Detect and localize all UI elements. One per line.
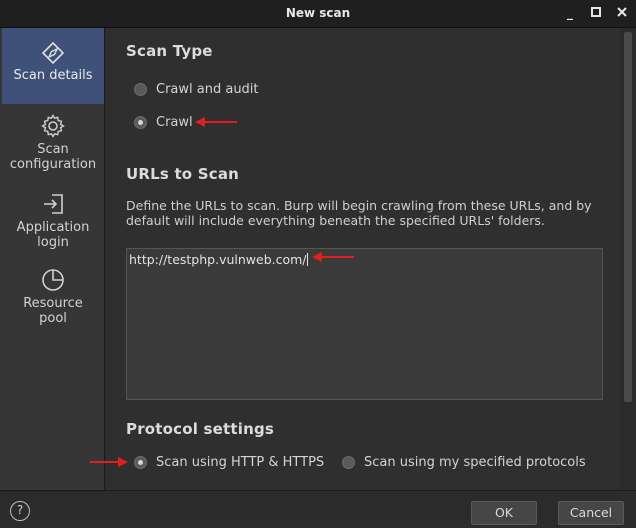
sidebar-item-application-login[interactable]: Application login [2, 192, 104, 252]
ok-button[interactable]: OK [471, 501, 537, 525]
radio-label: Scan using my specified protocols [364, 455, 586, 470]
radio-button-selected[interactable] [134, 456, 147, 469]
sidebar-item-label: Scan configuration [9, 142, 97, 172]
scan-type-title: Scan Type [126, 42, 213, 60]
gear-icon [41, 114, 65, 138]
url-value: http://testphp.vulnweb.com/ [129, 252, 307, 267]
radio-button-selected[interactable] [134, 116, 147, 129]
title-bar: New scan _ [0, 0, 636, 28]
radio-http-https[interactable]: Scan using HTTP & HTTPS [134, 455, 324, 470]
pie-chart-icon [42, 269, 64, 291]
sidebar-item-label: Resource pool [23, 296, 83, 326]
cancel-button[interactable]: Cancel [558, 501, 624, 525]
radio-button[interactable] [134, 83, 147, 96]
sidebar-item-resource-pool[interactable]: Resource pool [2, 268, 104, 328]
radio-specified-protocols[interactable]: Scan using my specified protocols [342, 455, 586, 470]
dialog-footer: ? OK Cancel [0, 490, 636, 528]
urls-textarea[interactable]: http://testphp.vulnweb.com/ [126, 248, 603, 400]
radio-crawl-and-audit[interactable]: Crawl and audit [134, 82, 259, 97]
radio-crawl[interactable]: Crawl [134, 115, 193, 130]
sidebar-item-label: Application login [16, 220, 90, 250]
window-controls: _ [564, 6, 628, 20]
text-cursor [306, 253, 308, 266]
help-button[interactable]: ? [10, 501, 30, 521]
urls-description: Define the URLs to scan. Burp will begin… [126, 198, 592, 228]
sidebar: Scan details Scan configuration Applicat… [0, 28, 105, 490]
sidebar-item-label: Scan details [13, 68, 93, 83]
radio-button[interactable] [342, 456, 355, 469]
minimize-icon[interactable]: _ [564, 6, 576, 20]
urls-title: URLs to Scan [126, 165, 240, 183]
maximize-icon[interactable] [590, 6, 602, 20]
sidebar-item-scan-configuration[interactable]: Scan configuration [2, 114, 104, 174]
compass-icon [42, 42, 64, 64]
radio-label: Crawl [156, 115, 193, 130]
scan-details-panel: Scan Type Crawl and audit Crawl URLs to … [106, 28, 620, 490]
protocol-title: Protocol settings [126, 420, 275, 438]
scrollbar-thumb[interactable] [624, 32, 632, 402]
vertical-scrollbar[interactable] [620, 28, 636, 490]
login-icon [44, 194, 63, 214]
annotation-arrow-icon [90, 457, 128, 467]
annotation-arrow-icon [195, 117, 237, 127]
sidebar-item-scan-details[interactable]: Scan details [2, 28, 104, 104]
close-icon[interactable] [616, 6, 628, 20]
radio-label: Scan using HTTP & HTTPS [156, 455, 325, 470]
radio-label: Crawl and audit [156, 82, 259, 97]
window-title: New scan [285, 6, 351, 20]
annotation-arrow-icon [312, 252, 354, 262]
